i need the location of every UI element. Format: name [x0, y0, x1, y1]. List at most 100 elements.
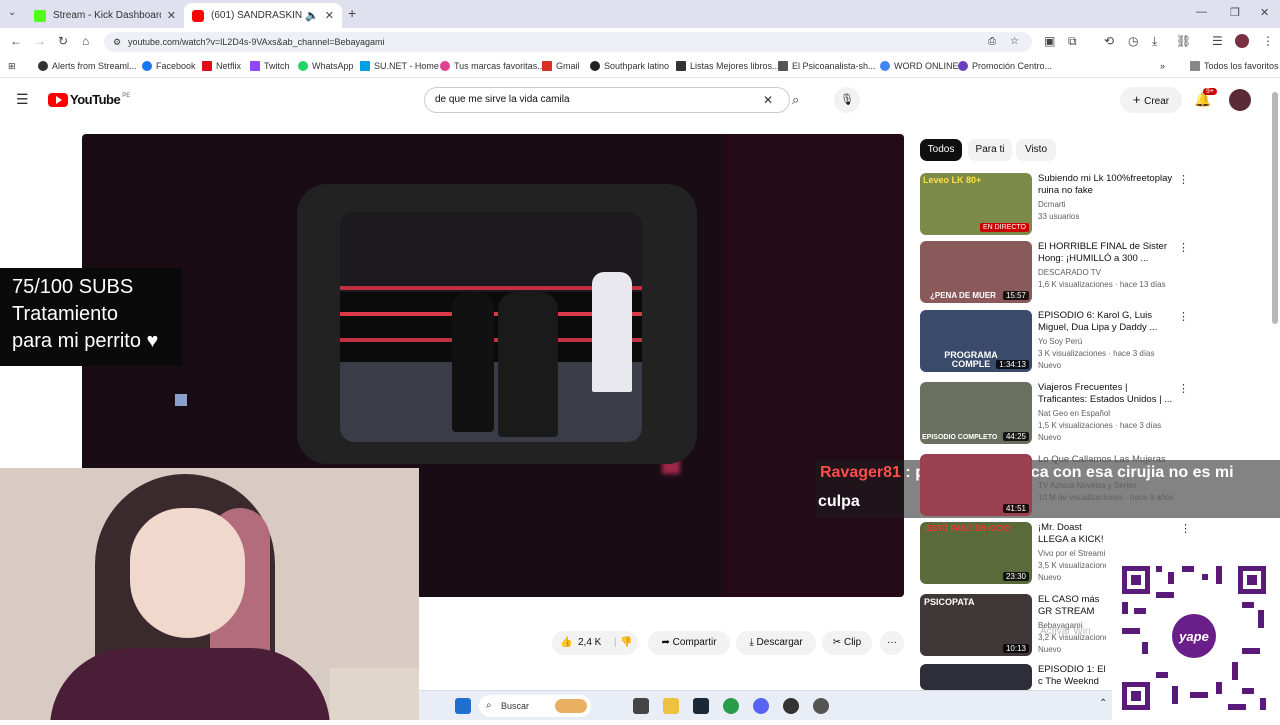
chip-para-ti[interactable]: Para ti: [968, 139, 1012, 161]
puzzle-icon[interactable]: ⧉: [1068, 34, 1077, 49]
bookmark-item[interactable]: WhatsApp: [298, 61, 354, 71]
obs-icon[interactable]: [783, 698, 799, 714]
link-icon[interactable]: ⛓: [1176, 34, 1191, 48]
install-icon[interactable]: ⎙: [988, 32, 996, 52]
more-vert-icon[interactable]: ⋮: [1178, 173, 1189, 186]
download-button[interactable]: ⤓ Descargar: [736, 631, 816, 655]
bookmark-item[interactable]: WORD ONLINE: [880, 61, 959, 71]
clock-icon[interactable]: ◷: [1128, 34, 1138, 48]
clear-search-icon[interactable]: ✕: [763, 88, 773, 112]
recommended-video[interactable]: PROGRAMA COMPLE 1:34:13 EPISODIO 6: Karo…: [920, 310, 1189, 374]
more-vert-icon[interactable]: ⋮: [1178, 382, 1189, 395]
video-thumbnail[interactable]: PSICOPATA 10:13: [920, 594, 1032, 656]
video-title[interactable]: El HORRIBLE FINAL de Sister Hong: ¡HUMIL…: [1038, 241, 1176, 265]
bookmark-item[interactable]: Promoción Centro...: [958, 61, 1052, 71]
video-title[interactable]: EL CASO más GR STREAM PERUAN...: [1038, 594, 1106, 618]
bookmark-item[interactable]: SU.NET - Home: [360, 61, 439, 71]
scrollbar-thumb[interactable]: [1272, 92, 1278, 324]
back-icon[interactable]: ←: [10, 34, 22, 48]
download-icon[interactable]: ⤓: [1152, 34, 1157, 49]
video-thumbnail[interactable]: ¡ESTO PASÓ EN KICK! 23:30: [920, 522, 1032, 584]
more-actions-button[interactable]: ···: [880, 631, 904, 655]
extension-icon[interactable]: ▣: [1044, 34, 1055, 48]
recommended-video[interactable]: ¿PENA DE MUER 15:57 El HORRIBLE FINAL de…: [920, 241, 1189, 305]
search-icon[interactable]: ⌕: [792, 92, 799, 108]
maximize-button[interactable]: ❐: [1230, 6, 1240, 19]
thumbs-up-icon[interactable]: 👍: [560, 631, 572, 655]
profile-avatar[interactable]: [1235, 34, 1249, 48]
recommended-video[interactable]: EPISODIO COMPLETO 44:25 Viajeros Frecuen…: [920, 382, 1189, 446]
audio-icon[interactable]: 🔈: [305, 9, 319, 22]
thumbs-down-icon[interactable]: 👎: [620, 631, 632, 655]
more-icon[interactable]: ⋮: [1262, 34, 1274, 48]
bookmark-item[interactable]: Listas Mejores libros...: [676, 61, 780, 71]
share-button[interactable]: ➦ Compartir: [648, 631, 730, 655]
address-bar[interactable]: ⚙ youtube.com/watch?v=lL2D4s-9VAxs&ab_ch…: [104, 32, 1032, 52]
menu-lines-icon[interactable]: ☰: [1212, 34, 1223, 48]
tab-kick-dashboard[interactable]: Stream - Kick Dashboard ✕: [26, 3, 184, 28]
bookmark-star-icon[interactable]: ☆: [1010, 32, 1019, 52]
forward-icon[interactable]: →: [34, 34, 46, 48]
video-title[interactable]: EPISODIO 6: Karol G, Luis Miguel, Dua Li…: [1038, 310, 1176, 334]
windows-start-icon[interactable]: [455, 698, 471, 714]
recommended-video[interactable]: 41:51 Lo Que Callamos Las Mujeras TV Azt…: [920, 454, 1180, 518]
create-button[interactable]: + Crear: [1120, 87, 1182, 113]
more-vert-icon[interactable]: ⋮: [1178, 310, 1189, 323]
chrome-icon[interactable]: [723, 698, 739, 714]
video-title[interactable]: Subiendo mi Lk 100%freetoplay ruina no f…: [1038, 173, 1176, 197]
apps-icon[interactable]: ⊞: [8, 61, 16, 72]
tab-list-icon[interactable]: ⌄: [8, 7, 16, 18]
chevron-right-icon[interactable]: »: [1160, 61, 1165, 71]
youtube-logo[interactable]: YouTube PE: [48, 92, 130, 107]
bookmark-item[interactable]: Gmail: [542, 61, 580, 71]
task-view-icon[interactable]: [633, 698, 649, 714]
bookmark-item[interactable]: Netflix: [202, 61, 241, 71]
video-thumbnail[interactable]: Leveo LK 80+ EN DIRECTO: [920, 173, 1032, 235]
tray-chevron-icon[interactable]: ⌃: [1099, 698, 1107, 709]
bookmark-item[interactable]: Southpark latino: [590, 61, 669, 71]
bookmark-item[interactable]: Alerts from Streaml...: [38, 61, 137, 71]
recommended-video[interactable]: EPISODIO 1: El c The Weeknd bra: [920, 664, 1106, 690]
history-icon[interactable]: ⟲: [1104, 34, 1114, 48]
close-tab-icon[interactable]: ✕: [167, 9, 176, 22]
tab-youtube[interactable]: (601) SANDRASKINS la STR 🔈 ✕: [184, 3, 342, 28]
more-vert-icon[interactable]: ⋮: [1180, 522, 1191, 535]
steam-icon[interactable]: [693, 698, 709, 714]
avatar[interactable]: [1229, 89, 1251, 111]
bookmark-item[interactable]: El Psicoanalista-sh...: [778, 61, 876, 71]
recommended-video[interactable]: ¡ESTO PASÓ EN KICK! 23:30 ¡Mr. Doast LLE…: [920, 522, 1191, 586]
hamburger-icon[interactable]: ☰: [16, 91, 29, 108]
video-thumbnail[interactable]: EPISODIO COMPLETO 44:25: [920, 382, 1032, 444]
video-title[interactable]: Viajeros Frecuentes | Traficantes: Estad…: [1038, 382, 1176, 406]
more-vert-icon[interactable]: ⋮: [1178, 241, 1189, 254]
channel-name[interactable]: Nat Geo en Español: [1038, 408, 1178, 420]
reload-icon[interactable]: ↻: [58, 34, 68, 48]
video-thumbnail[interactable]: 41:51: [920, 454, 1032, 516]
discord-icon[interactable]: [753, 698, 769, 714]
search-input[interactable]: de que me sirve la vida camila ✕: [424, 87, 790, 113]
bookmark-item[interactable]: Facebook: [142, 61, 196, 71]
like-count[interactable]: 2,4 K: [578, 631, 601, 655]
channel-name[interactable]: Vivo por el Streaming: [1038, 548, 1106, 560]
site-info-icon[interactable]: ⚙: [113, 32, 121, 52]
channel-name[interactable]: Dcmarti: [1038, 199, 1178, 211]
channel-name[interactable]: TV Azteca Novelas y Series: [1038, 480, 1178, 492]
bookmark-item[interactable]: Tus marcas favoritas...: [440, 61, 545, 71]
recommended-video[interactable]: Leveo LK 80+ EN DIRECTO Subiendo mi Lk 1…: [920, 173, 1189, 237]
close-tab-icon[interactable]: ✕: [325, 9, 334, 22]
bookmark-folder[interactable]: Todos los favoritos: [1190, 61, 1279, 71]
video-title[interactable]: Lo Que Callamos Las Mujeras: [1038, 454, 1176, 466]
channel-name[interactable]: DESCARADO TV: [1038, 267, 1178, 279]
file-explorer-icon[interactable]: [663, 698, 679, 714]
close-window-button[interactable]: ✕: [1260, 6, 1269, 19]
chip-visto[interactable]: Visto: [1016, 139, 1056, 161]
microphone-icon[interactable]: 🎙: [834, 87, 860, 113]
clip-button[interactable]: ✂ Clip: [822, 631, 872, 655]
home-icon[interactable]: ⌂: [82, 34, 89, 48]
app-icon[interactable]: [813, 698, 829, 714]
video-thumbnail[interactable]: [920, 664, 1032, 690]
chip-todos[interactable]: Todos: [920, 139, 962, 161]
video-thumbnail[interactable]: PROGRAMA COMPLE 1:34:13: [920, 310, 1032, 372]
video-title[interactable]: ¡Mr. Doast LLEGA a KICK! ¿El PRIME de TO…: [1038, 522, 1106, 546]
video-title[interactable]: EPISODIO 1: El c The Weeknd bra: [1038, 664, 1106, 688]
